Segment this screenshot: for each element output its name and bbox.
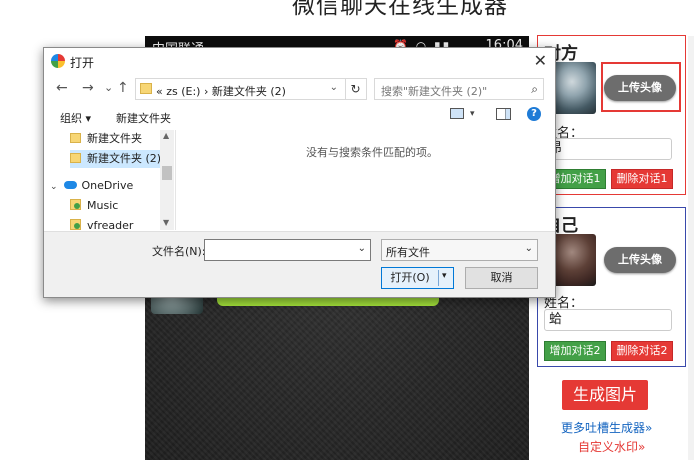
scrollbar-thumb[interactable] [162, 166, 172, 180]
opponent-upload-avatar-button[interactable]: 上传头像 [604, 75, 676, 101]
navigation-row: ← → ⌄ ↑ « zs (E:) › 新建文件夹 (2) ⌄ ↻ 搜索"新建文… [44, 76, 555, 102]
scroll-down-icon[interactable]: ▼ [163, 218, 169, 227]
filename-label: 文件名(N): [152, 245, 206, 258]
preview-pane-icon[interactable] [496, 108, 511, 120]
navigation-pane: 新建文件夹 新建文件夹 (2) ⌄ OneDrive Music vfreade… [44, 130, 174, 230]
file-type-chevron-icon[interactable]: ⌄ [525, 243, 533, 254]
folder-icon [70, 133, 81, 143]
refresh-icon[interactable]: ↻ [345, 79, 365, 99]
open-button-divider [438, 270, 439, 286]
expand-chevron-icon[interactable]: ⌄ [50, 178, 60, 196]
tree-item-label: 新建文件夹 [87, 132, 142, 145]
view-options-icon[interactable] [450, 108, 464, 119]
generate-image-button[interactable]: 生成图片 [562, 380, 648, 410]
add-dialog-2-button[interactable]: 增加对话2 [544, 341, 606, 361]
open-button-label[interactable]: 打开(O) [382, 268, 438, 288]
up-arrow-icon[interactable]: ↑ [117, 80, 129, 96]
tree-item-label: Music [87, 199, 119, 212]
page-scrollbar[interactable] [688, 36, 694, 460]
page: 微信聊天在线生成器 中国联通 ⏰ ◠ ▮▮ 16:04 对方 上传头像 姓名： … [0, 0, 694, 460]
synced-folder-icon [70, 199, 81, 210]
file-open-dialog: 打开 ✕ ← → ⌄ ↑ « zs (E:) › 新建文件夹 (2) ⌄ ↻ 搜… [43, 47, 556, 298]
tree-item-music[interactable]: Music [70, 197, 156, 215]
self-name-input[interactable]: 蛤 [544, 309, 672, 331]
scroll-up-icon[interactable]: ▲ [163, 131, 169, 140]
filename-input[interactable]: ⌄ [204, 239, 371, 261]
dialog-footer: 文件名(N): ⌄ 所有文件 ⌄ 打开(O) ▾ 取消 [44, 231, 555, 297]
tree-item-new-folder-2[interactable]: 新建文件夹 (2) [70, 150, 162, 168]
delete-dialog-1-button[interactable]: 删除对话1 [611, 169, 673, 189]
address-breadcrumb[interactable]: « zs (E:) › 新建文件夹 (2) [156, 83, 286, 99]
search-icon[interactable]: ⌕ [531, 82, 538, 97]
recent-locations-chevron-icon[interactable]: ⌄ [104, 81, 113, 94]
tree-item-onedrive[interactable]: ⌄ OneDrive [50, 177, 160, 195]
app-icon [51, 54, 65, 68]
help-icon[interactable]: ? [527, 107, 541, 121]
file-type-value: 所有文件 [386, 246, 430, 259]
new-folder-button[interactable]: 新建文件夹 [116, 110, 171, 126]
folder-icon [140, 83, 152, 94]
cancel-button[interactable]: 取消 [465, 267, 538, 289]
dialog-titlebar[interactable]: 打开 ✕ [44, 48, 555, 74]
more-generators-link[interactable]: 更多吐槽生成器» [561, 419, 652, 436]
custom-watermark-link[interactable]: 自定义水印» [578, 438, 645, 455]
address-bar[interactable]: « zs (E:) › 新建文件夹 (2) ⌄ ↻ [135, 78, 367, 100]
onedrive-cloud-icon [63, 181, 77, 189]
file-type-select[interactable]: 所有文件 ⌄ [381, 239, 538, 261]
view-chevron-icon[interactable]: ▾ [470, 109, 475, 119]
close-icon[interactable]: ✕ [534, 51, 547, 70]
tree-item-label: vfreader [87, 219, 134, 230]
back-arrow-icon[interactable]: ← [56, 80, 68, 96]
dialog-title: 打开 [70, 56, 95, 70]
file-list-pane[interactable]: 没有与搜索条件匹配的项。 [175, 130, 555, 230]
organize-menu[interactable]: 组织 ▾ [60, 110, 91, 126]
empty-results-message: 没有与搜索条件匹配的项。 [306, 146, 438, 159]
folder-icon [70, 153, 81, 163]
forward-arrow-icon[interactable]: → [82, 80, 94, 96]
filename-chevron-icon[interactable]: ⌄ [358, 243, 366, 254]
synced-folder-icon [70, 219, 81, 230]
search-input[interactable]: 搜索"新建文件夹 (2)" ⌕ [374, 78, 544, 100]
search-placeholder: 搜索"新建文件夹 (2)" [381, 85, 488, 98]
page-title: 微信聊天在线生成器 [292, 0, 508, 19]
opponent-panel: 对方 上传头像 姓名： 昂 增加对话1 删除对话1 [537, 35, 686, 195]
tree-item-label: OneDrive [81, 179, 134, 192]
address-chevron-icon[interactable]: ⌄ [330, 82, 338, 93]
opponent-name-input[interactable]: 昂 [544, 138, 672, 160]
dialog-toolbar: 组织 ▾ 新建文件夹 ▾ ? [44, 105, 555, 129]
tree-item-label: 新建文件夹 (2) [87, 152, 162, 165]
navigation-scrollbar[interactable]: ▲ ▼ [160, 130, 174, 230]
self-upload-avatar-button[interactable]: 上传头像 [604, 247, 676, 273]
tree-item-new-folder[interactable]: 新建文件夹 [70, 130, 156, 148]
open-button[interactable]: 打开(O) ▾ [381, 267, 454, 289]
self-panel: 自己 上传头像 姓名： 蛤 增加对话2 删除对话2 [537, 207, 686, 367]
tree-item-vfreader[interactable]: vfreader [70, 217, 156, 230]
open-options-chevron-icon[interactable]: ▾ [442, 271, 447, 281]
delete-dialog-2-button[interactable]: 删除对话2 [611, 341, 673, 361]
